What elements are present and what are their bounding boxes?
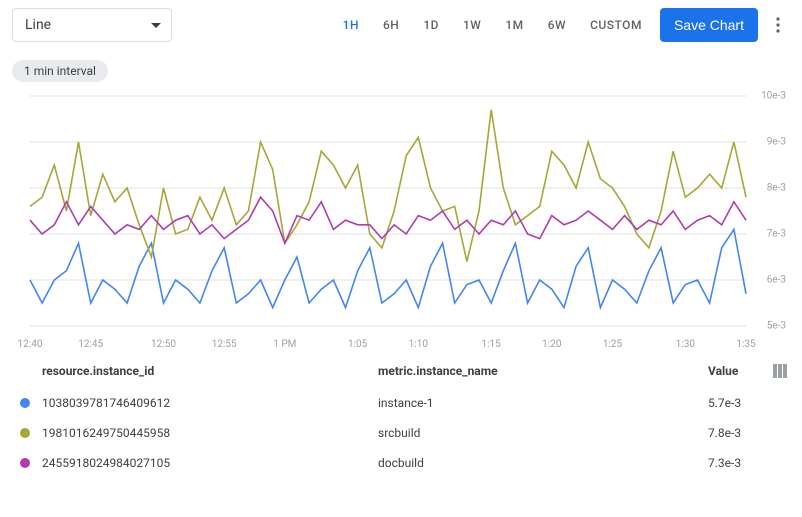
column-header-value[interactable]: Value <box>708 364 770 378</box>
x-tick: 12:55 <box>212 339 237 350</box>
time-range-tabs: 1H6H1D1W1M6WCUSTOM <box>333 12 652 38</box>
time-tab-1d[interactable]: 1D <box>413 12 449 38</box>
legend-id: 2455918024984027105 <box>38 456 378 470</box>
legend-name: srcbuild <box>378 426 708 440</box>
y-tick: 9e-3 <box>767 137 786 148</box>
time-tab-1w[interactable]: 1W <box>453 12 491 38</box>
x-tick: 12:40 <box>18 339 43 350</box>
legend-table: resource.instance_id metric.instance_nam… <box>12 356 790 478</box>
legend-value: 5.7e-3 <box>708 396 770 410</box>
series-color-dot <box>20 428 30 438</box>
x-tick: 1:15 <box>481 339 500 350</box>
x-tick: 1 PM <box>273 339 296 350</box>
x-tick: 1:20 <box>542 339 561 350</box>
time-tab-6h[interactable]: 6H <box>373 12 409 38</box>
legend-name: docbuild <box>378 456 708 470</box>
series-color-dot <box>20 458 30 468</box>
y-tick: 10e-3 <box>761 91 786 102</box>
toolbar: Line 1H6H1D1W1M6WCUSTOM Save Chart <box>12 8 790 42</box>
y-tick: 7e-3 <box>767 229 786 240</box>
chart: 5e-3 6e-3 7e-3 8e-3 9e-3 10e-3 12:40 12:45 12:50… <box>12 90 790 350</box>
y-tick: 6e-3 <box>767 275 786 286</box>
series-color-dot <box>20 398 30 408</box>
chart-type-label: Line <box>25 17 151 33</box>
chart-type-select[interactable]: Line <box>12 8 172 42</box>
legend-id: 1981016249750445958 <box>38 426 378 440</box>
x-tick: 1:05 <box>348 339 367 350</box>
legend-row[interactable]: 1981016249750445958srcbuild7.8e-3 <box>12 418 790 448</box>
y-tick: 5e-3 <box>767 321 786 332</box>
x-tick: 1:30 <box>676 339 695 350</box>
time-tab-1h[interactable]: 1H <box>333 12 369 38</box>
x-tick: 1:10 <box>409 339 428 350</box>
interval-chip[interactable]: 1 min interval <box>12 60 108 82</box>
save-chart-button[interactable]: Save Chart <box>660 8 758 42</box>
time-tab-1m[interactable]: 1M <box>495 12 533 38</box>
time-tab-6w[interactable]: 6W <box>538 12 576 38</box>
legend-row[interactable]: 2455918024984027105docbuild7.3e-3 <box>12 448 790 478</box>
chevron-down-icon <box>151 23 161 28</box>
x-tick: 12:45 <box>78 339 103 350</box>
time-tab-custom[interactable]: CUSTOM <box>580 12 652 38</box>
x-tick: 1:25 <box>603 339 622 350</box>
legend-value: 7.3e-3 <box>708 456 770 470</box>
column-header-name[interactable]: metric.instance_name <box>378 364 708 378</box>
column-header-id[interactable]: resource.instance_id <box>38 364 378 378</box>
x-tick: 12:50 <box>151 339 176 350</box>
y-tick: 8e-3 <box>767 183 786 194</box>
legend-value: 7.8e-3 <box>708 426 770 440</box>
legend-id: 1038039781746409612 <box>38 396 378 410</box>
columns-icon[interactable] <box>770 364 790 378</box>
legend-name: instance-1 <box>378 396 708 410</box>
legend-row[interactable]: 1038039781746409612instance-15.7e-3 <box>12 388 790 418</box>
more-icon[interactable] <box>766 8 790 42</box>
x-tick: 1:35 <box>736 339 755 350</box>
